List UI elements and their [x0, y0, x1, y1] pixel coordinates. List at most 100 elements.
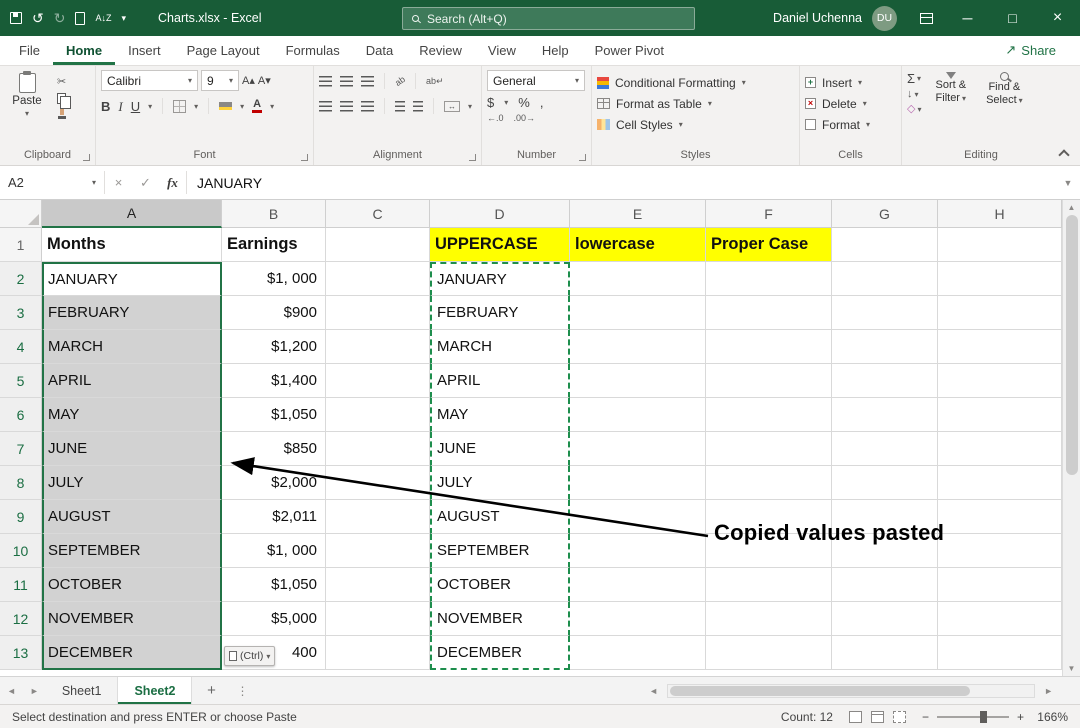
- cell-B9[interactable]: $2,011: [222, 500, 326, 534]
- formula-bar-expand-icon[interactable]: ▼: [1056, 166, 1080, 199]
- borders-chevron-icon[interactable]: ▾: [194, 102, 198, 111]
- cell-A2[interactable]: JANUARY: [42, 262, 222, 296]
- align-right-icon[interactable]: [361, 101, 374, 112]
- column-header-F[interactable]: F: [706, 200, 832, 228]
- cell-A6[interactable]: MAY: [42, 398, 222, 432]
- decrease-indent-icon[interactable]: [395, 101, 405, 112]
- font-color-chevron-icon[interactable]: ▾: [270, 102, 274, 111]
- cell-A4[interactable]: MARCH: [42, 330, 222, 364]
- percent-icon[interactable]: %: [518, 96, 530, 109]
- row-header-3[interactable]: 3: [0, 296, 42, 330]
- cell-C13[interactable]: [326, 636, 430, 670]
- italic-icon[interactable]: I: [118, 100, 122, 113]
- cell-D9[interactable]: AUGUST: [430, 500, 570, 534]
- tab-review[interactable]: Review: [406, 35, 475, 65]
- cell-B11[interactable]: $1,050: [222, 568, 326, 602]
- tab-help[interactable]: Help: [529, 35, 582, 65]
- tab-view[interactable]: View: [475, 35, 529, 65]
- font-size-select[interactable]: 9▾: [201, 70, 239, 91]
- underline-icon[interactable]: U: [131, 100, 140, 113]
- tab-file[interactable]: File: [6, 35, 53, 65]
- cell-G1[interactable]: [832, 228, 938, 262]
- row-header-4[interactable]: 4: [0, 330, 42, 364]
- clipboard-dialog-launcher[interactable]: [83, 154, 90, 161]
- cell-E7[interactable]: [570, 432, 706, 466]
- cell-A12[interactable]: NOVEMBER: [42, 602, 222, 636]
- share-button[interactable]: ↗ Share: [995, 40, 1066, 60]
- number-format-select[interactable]: General▾: [487, 70, 585, 91]
- cell-A5[interactable]: APRIL: [42, 364, 222, 398]
- name-box[interactable]: A2 ▾: [0, 166, 104, 199]
- cell-F12[interactable]: [706, 602, 832, 636]
- decrease-font-icon[interactable]: A▾: [258, 74, 271, 87]
- conditional-formatting-button[interactable]: Conditional Formatting▾: [597, 72, 794, 93]
- cell-B7[interactable]: $850: [222, 432, 326, 466]
- sheet-tab-sheet1[interactable]: Sheet1: [46, 677, 119, 704]
- maximize-button[interactable]: □: [990, 0, 1035, 36]
- horizontal-scroll-thumb[interactable]: [670, 686, 970, 696]
- sort-filter-button[interactable]: Sort & Filter▾: [929, 70, 972, 149]
- cell-G8[interactable]: [832, 466, 938, 500]
- cell-F7[interactable]: [706, 432, 832, 466]
- cell-D10[interactable]: SEPTEMBER: [430, 534, 570, 568]
- cell-H8[interactable]: [938, 466, 1062, 500]
- insert-cells-button[interactable]: + Insert▾: [805, 72, 896, 93]
- row-header-7[interactable]: 7: [0, 432, 42, 466]
- comma-icon[interactable]: ,: [540, 96, 544, 109]
- cell-H5[interactable]: [938, 364, 1062, 398]
- add-sheet-button[interactable]: +: [200, 680, 222, 702]
- cell-F10[interactable]: [706, 534, 832, 568]
- close-button[interactable]: ×: [1035, 0, 1080, 36]
- cell-D8[interactable]: JULY: [430, 466, 570, 500]
- merge-chevron-icon[interactable]: ▾: [468, 102, 472, 111]
- row-header-8[interactable]: 8: [0, 466, 42, 500]
- vertical-scrollbar[interactable]: ▲ ▼: [1062, 200, 1080, 676]
- cell-B6[interactable]: $1,050: [222, 398, 326, 432]
- cell-B3[interactable]: $900: [222, 296, 326, 330]
- minimize-button[interactable]: ─: [945, 0, 990, 36]
- cell-D13[interactable]: DECEMBER: [430, 636, 570, 670]
- cell-A10[interactable]: SEPTEMBER: [42, 534, 222, 568]
- row-header-9[interactable]: 9: [0, 500, 42, 534]
- find-select-button[interactable]: Find & Select▾: [980, 70, 1029, 149]
- column-header-C[interactable]: C: [326, 200, 430, 228]
- zoom-level[interactable]: 166%: [1032, 710, 1068, 724]
- font-name-select[interactable]: Calibri▾: [101, 70, 198, 91]
- sheet-nav-left-icon[interactable]: ◄: [0, 686, 23, 696]
- normal-view-icon[interactable]: [849, 711, 862, 723]
- orientation-icon[interactable]: ab: [393, 74, 407, 88]
- sheet-tab-sheet2[interactable]: Sheet2: [118, 677, 192, 704]
- tab-data[interactable]: Data: [353, 35, 406, 65]
- collapse-ribbon-icon[interactable]: [1058, 149, 1069, 160]
- redo-icon[interactable]: ↻: [54, 11, 66, 25]
- cell-G4[interactable]: [832, 330, 938, 364]
- enter-icon[interactable]: ✓: [132, 166, 159, 199]
- cell-C11[interactable]: [326, 568, 430, 602]
- cut-icon[interactable]: ✂: [57, 75, 67, 88]
- cell-A3[interactable]: FEBRUARY: [42, 296, 222, 330]
- cell-B8[interactable]: $2,000: [222, 466, 326, 500]
- tab-power-pivot[interactable]: Power Pivot: [582, 35, 677, 65]
- cell-G9[interactable]: [832, 500, 938, 534]
- cell-F2[interactable]: [706, 262, 832, 296]
- format-painter-icon[interactable]: [57, 109, 67, 119]
- tab-splitter-icon[interactable]: ⋮: [236, 684, 248, 698]
- font-dialog-launcher[interactable]: [301, 154, 308, 161]
- undo-icon[interactable]: ↺: [32, 11, 44, 25]
- cell-styles-button[interactable]: Cell Styles▾: [597, 114, 794, 135]
- currency-chevron-icon[interactable]: ▾: [504, 98, 508, 107]
- cell-H10[interactable]: [938, 534, 1062, 568]
- hscroll-right-icon[interactable]: ►: [1037, 686, 1060, 696]
- cell-A11[interactable]: OCTOBER: [42, 568, 222, 602]
- cell-D4[interactable]: MARCH: [430, 330, 570, 364]
- cell-E5[interactable]: [570, 364, 706, 398]
- cell-D7[interactable]: JUNE: [430, 432, 570, 466]
- cell-D6[interactable]: MAY: [430, 398, 570, 432]
- search-input[interactable]: Search (Alt+Q): [402, 7, 695, 30]
- cell-A9[interactable]: AUGUST: [42, 500, 222, 534]
- cell-G12[interactable]: [832, 602, 938, 636]
- cell-F5[interactable]: [706, 364, 832, 398]
- zoom-in-icon[interactable]: +: [1017, 710, 1024, 724]
- delete-cells-button[interactable]: × Delete▾: [805, 93, 896, 114]
- column-header-E[interactable]: E: [570, 200, 706, 228]
